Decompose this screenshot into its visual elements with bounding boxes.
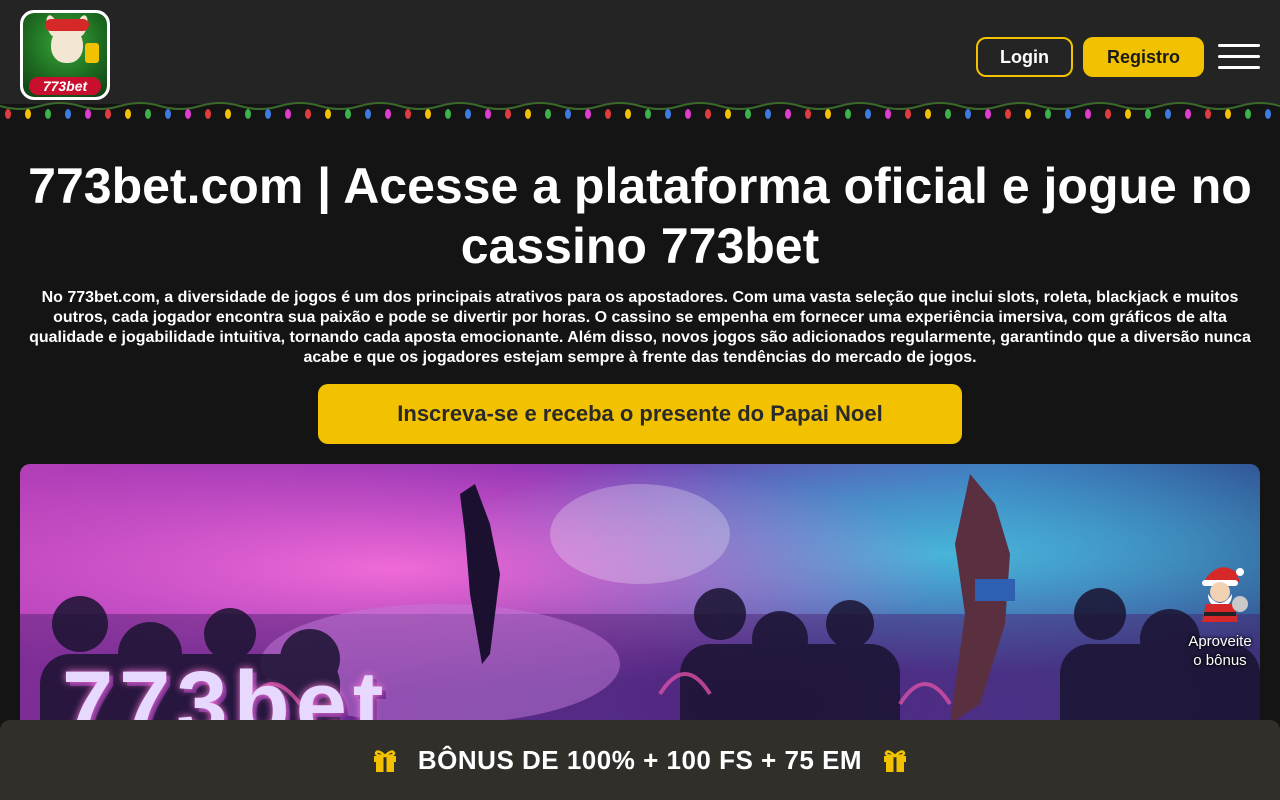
logo-text: 773bet xyxy=(29,77,101,95)
top-navbar: 773bet Login Registro xyxy=(0,0,1280,104)
bonus-offer-text: BÔNUS DE 100% + 100 FS + 75 EM xyxy=(417,744,863,775)
bonus-bar[interactable]: BÔNUS DE 100% + 100 FS + 75 EM xyxy=(0,720,1280,800)
site-logo[interactable]: 773bet xyxy=(20,10,110,100)
signup-cta-button[interactable]: Inscreva-se e receba o presente do Papai… xyxy=(318,384,962,444)
hamburger-icon[interactable] xyxy=(1218,44,1260,70)
gift-icon xyxy=(884,750,907,772)
santa-claus-icon xyxy=(1202,567,1248,622)
christmas-lights-decoration xyxy=(0,102,1280,119)
login-button[interactable]: Login xyxy=(976,37,1073,77)
intro-paragraph: No 773bet.com, a diversidade de jogos é … xyxy=(29,289,1251,366)
page-title: 773bet.com | Acesse a plataforma oficial… xyxy=(28,158,1252,274)
bonus-promo-label: Aproveite o bônus xyxy=(1188,633,1252,669)
register-button[interactable]: Registro xyxy=(1083,37,1204,77)
gift-icon xyxy=(373,750,396,772)
hero-banner-image[interactable]: 773bet xyxy=(20,464,1260,764)
bonus-promo-widget[interactable]: Aproveite o bônus xyxy=(1180,560,1260,670)
